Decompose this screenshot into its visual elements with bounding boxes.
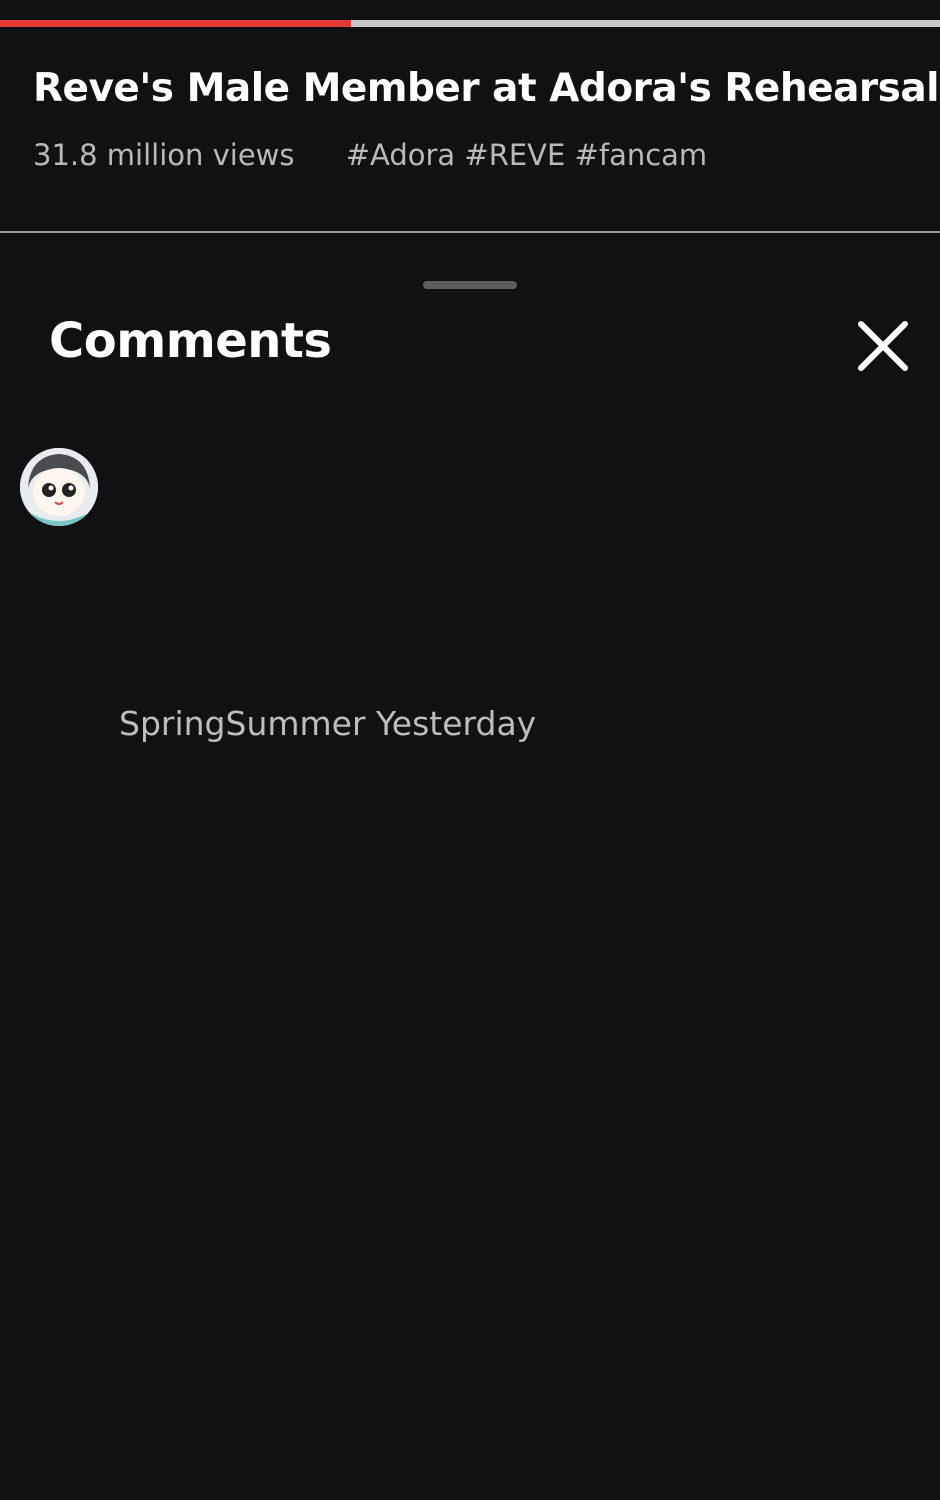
comments-sheet: Comments SpringSummer Yesterday <box>0 233 940 1500</box>
video-progress-fill <box>0 20 351 27</box>
video-progress-bar[interactable] <box>0 20 940 27</box>
video-hashtags[interactable]: #Adora #REVE #fancam <box>346 138 707 172</box>
close-icon[interactable] <box>852 315 914 377</box>
comments-title: Comments <box>49 313 332 369</box>
avatar[interactable] <box>20 448 98 526</box>
video-title: Reve's Male Member at Adora's Rehearsal! <box>33 66 940 111</box>
comment-item: SpringSummer Yesterday <box>0 428 940 808</box>
app-screen: Reve's Male Member at Adora's Rehearsal!… <box>0 0 940 1500</box>
sheet-drag-handle[interactable] <box>423 281 517 289</box>
video-meta: 31.8 million views #Adora #REVE #fancam <box>33 138 707 172</box>
view-count: 31.8 million views <box>33 138 295 172</box>
comment-author[interactable]: SpringSummer Yesterday <box>119 704 536 743</box>
